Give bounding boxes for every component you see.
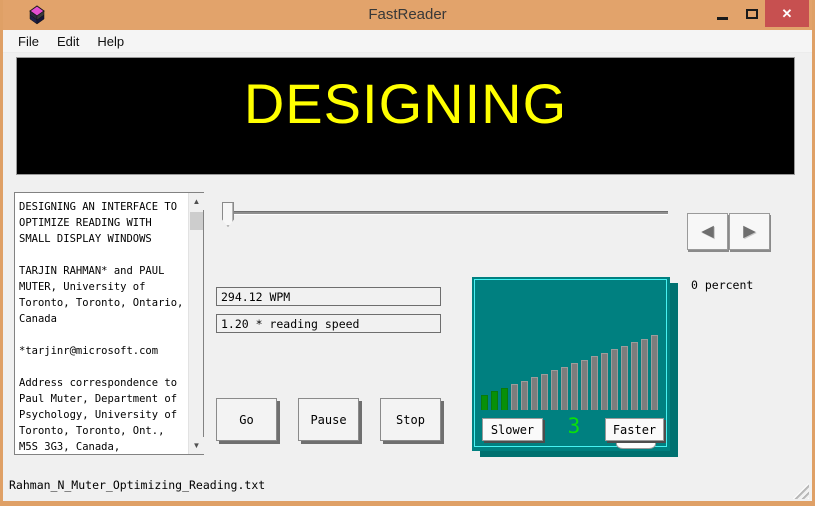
speed-panel: Slower 3 Faster (472, 277, 670, 451)
speed-bar (591, 356, 598, 410)
pause-button[interactable]: Pause (298, 398, 359, 441)
scroll-down-icon[interactable]: ▼ (189, 437, 204, 454)
speed-level: 3 (567, 414, 581, 438)
document-panel[interactable]: DESIGNING AN INTERFACE TO OPTIMIZE READI… (14, 192, 204, 455)
left-arrow-icon: ◄ (697, 219, 718, 243)
right-arrow-icon: ► (739, 219, 760, 243)
faster-button[interactable]: Faster (605, 418, 664, 441)
speed-bar (631, 342, 638, 410)
speed-bar (561, 367, 568, 410)
previous-button[interactable]: ◄ (687, 213, 728, 250)
percent-label: 0 percent (691, 278, 754, 292)
slower-button[interactable]: Slower (482, 418, 543, 441)
current-word: DESIGNING (243, 71, 568, 135)
speed-bar (651, 335, 658, 410)
title-bar[interactable]: FastReader ✕ (3, 0, 812, 30)
speed-bar (501, 388, 508, 410)
progress-slider-thumb[interactable] (222, 202, 234, 227)
speed-bar (601, 353, 608, 410)
scrollbar-thumb[interactable] (190, 212, 203, 230)
maximize-icon (746, 9, 758, 19)
speed-field: 1.20 * reading speed (216, 314, 441, 333)
speed-bar (571, 363, 578, 410)
menu-edit[interactable]: Edit (48, 32, 88, 51)
minimize-icon (716, 16, 728, 20)
maximize-button[interactable] (739, 0, 765, 28)
wpm-field: 294.12 WPM (216, 287, 441, 306)
speed-bar (521, 381, 528, 410)
window-title: FastReader (368, 6, 447, 23)
speed-bar (491, 391, 498, 410)
speed-bar (611, 349, 618, 410)
speed-bar (551, 370, 558, 410)
app-window: FastReader ✕ File Edit Help DESIGNING DE… (0, 0, 815, 506)
close-icon: ✕ (781, 5, 793, 21)
speed-bar (641, 339, 648, 410)
progress-slider-track[interactable] (225, 211, 668, 215)
speed-bar (531, 377, 538, 410)
speed-bar (511, 384, 518, 410)
speed-bar (541, 374, 548, 410)
next-button[interactable]: ► (729, 213, 770, 250)
go-button[interactable]: Go (216, 398, 277, 441)
menu-bar: File Edit Help (3, 30, 812, 53)
speed-bar (481, 395, 488, 410)
menu-file[interactable]: File (9, 32, 48, 51)
minimize-button[interactable] (705, 0, 739, 28)
status-filename: Rahman_N_Muter_Optimizing_Reading.txt (9, 478, 266, 492)
speed-bars (481, 335, 658, 410)
menu-help[interactable]: Help (88, 32, 133, 51)
scroll-up-icon[interactable]: ▲ (189, 193, 204, 210)
rsvp-display: DESIGNING (16, 57, 795, 175)
document-text: DESIGNING AN INTERFACE TO OPTIMIZE READI… (19, 201, 184, 453)
speed-bar (621, 346, 628, 410)
stop-button[interactable]: Stop (380, 398, 441, 441)
document-scrollbar[interactable]: ▲ ▼ (188, 193, 204, 454)
speed-bar (581, 360, 588, 410)
resize-grip[interactable] (792, 483, 809, 499)
close-button[interactable]: ✕ (765, 0, 809, 27)
